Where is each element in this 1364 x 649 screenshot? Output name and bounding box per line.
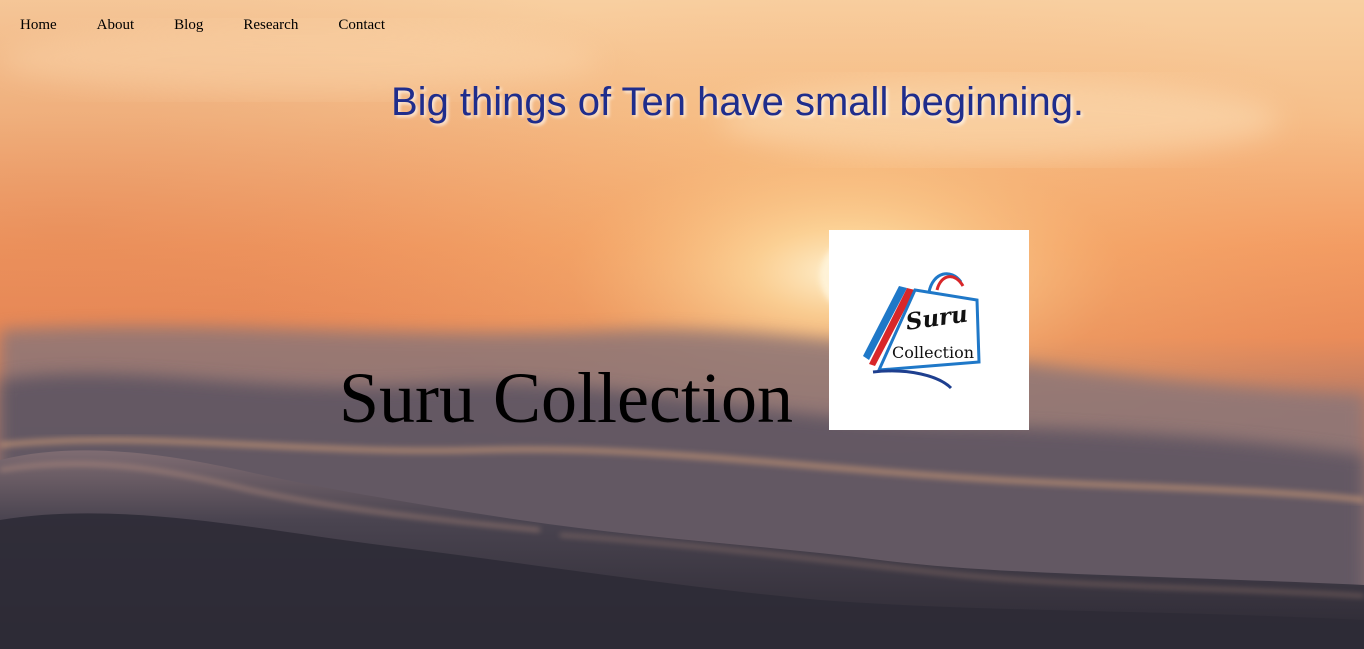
main-nav: Home About Blog Research Contact [0, 0, 385, 50]
nav-link-contact[interactable]: Contact [338, 17, 385, 34]
hero-tagline: Big things of Ten have small beginning. [391, 80, 1085, 124]
brand-logo: Suru Collection [829, 230, 1029, 430]
nav-link-blog[interactable]: Blog [174, 17, 203, 34]
nav-link-research[interactable]: Research [243, 17, 298, 34]
brand-title: Suru Collection [339, 358, 793, 438]
nav-link-about[interactable]: About [97, 17, 135, 34]
nav-link-home[interactable]: Home [20, 17, 57, 34]
logo-text-collection: Collection [892, 343, 975, 362]
